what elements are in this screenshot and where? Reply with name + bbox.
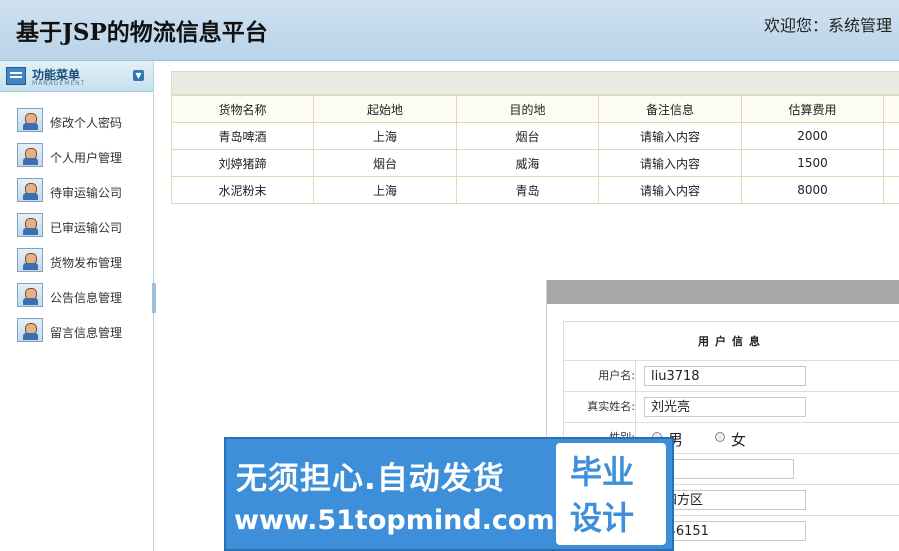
realname-field[interactable]: 刘光亮: [644, 397, 806, 417]
table-cell: 1500: [741, 149, 884, 177]
user-icon: [17, 318, 43, 342]
user-icon: [17, 248, 43, 272]
cargo-table-panel: 货物名称 起始地 目的地 备注信息 估算费用 青岛啤酒 上海 烟台 请输入内容 …: [171, 71, 899, 204]
sidebar-item-label: 修改个人密码: [50, 116, 123, 130]
welcome-text: 欢迎您：系统管理: [764, 16, 893, 35]
realname-row: 真实姓名: 刘光亮: [563, 392, 899, 423]
collapse-toggle-icon[interactable]: ▼: [133, 70, 144, 81]
table-cell: [883, 176, 899, 204]
menu-subtitle: MANAGEMENT: [32, 80, 86, 87]
table-row[interactable]: 水泥粉末 上海 青岛 请输入内容 8000: [171, 176, 899, 204]
sidebar-item-messages[interactable]: 留言信息管理: [14, 318, 144, 344]
watermark-slogan: 无须担心.自动发货: [236, 461, 505, 497]
watermark-banner: 无须担心.自动发货 www.51topmind.com 毕业 设计: [224, 437, 674, 551]
app-header: 基于JSP的物流信息平台 欢迎您：系统管理: [0, 0, 899, 61]
user-icon: [17, 213, 43, 237]
table-cell: 请输入内容: [598, 176, 742, 204]
badge-line-2: 设计: [570, 499, 635, 537]
table-cell: 请输入内容: [598, 122, 742, 150]
sidebar-item-pending-companies[interactable]: 待审运输公司: [14, 178, 144, 204]
table-cell: 威海: [456, 149, 599, 177]
username-row: 用户名: liu3718: [563, 361, 899, 392]
sidebar-item-approved-companies[interactable]: 已审运输公司: [14, 213, 144, 239]
sidebar-item-label: 个人用户管理: [50, 151, 123, 165]
gender-female-radio[interactable]: [715, 432, 725, 442]
badge-line-1: 毕业: [570, 453, 635, 491]
column-header: 起始地: [313, 95, 457, 123]
user-icon: [17, 108, 43, 132]
user-icon: [17, 178, 43, 202]
table-toolbar: [171, 71, 899, 95]
column-header: 备注信息: [598, 95, 742, 123]
table-cell: 8000: [741, 176, 884, 204]
table-cell: 青岛啤酒: [171, 122, 314, 150]
form-title: 用户信息: [563, 321, 899, 361]
table-cell: [883, 149, 899, 177]
table-cell: 请输入内容: [598, 149, 742, 177]
sidebar-item-user-management[interactable]: 个人用户管理: [14, 143, 144, 169]
table-cell: 刘婷猪蹄: [171, 149, 314, 177]
sidebar-item-change-password[interactable]: 修改个人密码: [14, 108, 144, 134]
column-header: 目的地: [456, 95, 599, 123]
gender-female-label: 女: [731, 431, 747, 449]
user-icon: [17, 283, 43, 307]
sidebar-splitter-handle[interactable]: [152, 283, 156, 313]
dialog-title-bar[interactable]: [547, 280, 899, 304]
sidebar-item-label: 待审运输公司: [50, 186, 123, 200]
sidebar: 功能菜单 MANAGEMENT ▼ 修改个人密码 个人用户管理 待审运输公司 已…: [0, 61, 154, 551]
table-cell: 青岛: [456, 176, 599, 204]
realname-label: 真实姓名:: [564, 392, 636, 422]
menu-header: 功能菜单 MANAGEMENT ▼: [0, 61, 153, 92]
app-title: 基于JSP的物流信息平台: [16, 19, 268, 46]
sidebar-item-label: 留言信息管理: [50, 326, 123, 340]
sidebar-item-cargo-management[interactable]: 货物发布管理: [14, 248, 144, 274]
table-header-row: 货物名称 起始地 目的地 备注信息 估算费用: [171, 95, 899, 123]
table-cell: 水泥粉末: [171, 176, 314, 204]
watermark-url: www.51topmind.com: [234, 505, 555, 536]
column-header: 估算费用: [741, 95, 884, 123]
sidebar-item-label: 货物发布管理: [50, 256, 123, 270]
table-cell: 烟台: [313, 149, 457, 177]
table-cell: 上海: [313, 176, 457, 204]
sidebar-item-announcements[interactable]: 公告信息管理: [14, 283, 144, 309]
username-field[interactable]: liu3718: [644, 366, 806, 386]
column-header: [883, 95, 899, 123]
user-icon: [17, 143, 43, 167]
table-row[interactable]: 青岛啤酒 上海 烟台 请输入内容 2000: [171, 122, 899, 150]
table-cell: 烟台: [456, 122, 599, 150]
username-label: 用户名:: [564, 361, 636, 391]
watermark-badge: 毕业 设计: [556, 443, 666, 545]
sidebar-item-label: 已审运输公司: [50, 221, 123, 235]
table-cell: [883, 122, 899, 150]
sidebar-item-label: 公告信息管理: [50, 291, 123, 305]
cargo-table: 货物名称 起始地 目的地 备注信息 估算费用 青岛啤酒 上海 烟台 请输入内容 …: [171, 95, 899, 204]
table-cell: 2000: [741, 122, 884, 150]
menu-icon: [6, 67, 26, 85]
column-header: 货物名称: [171, 95, 314, 123]
table-cell: 上海: [313, 122, 457, 150]
table-row[interactable]: 刘婷猪蹄 烟台 威海 请输入内容 1500: [171, 149, 899, 177]
